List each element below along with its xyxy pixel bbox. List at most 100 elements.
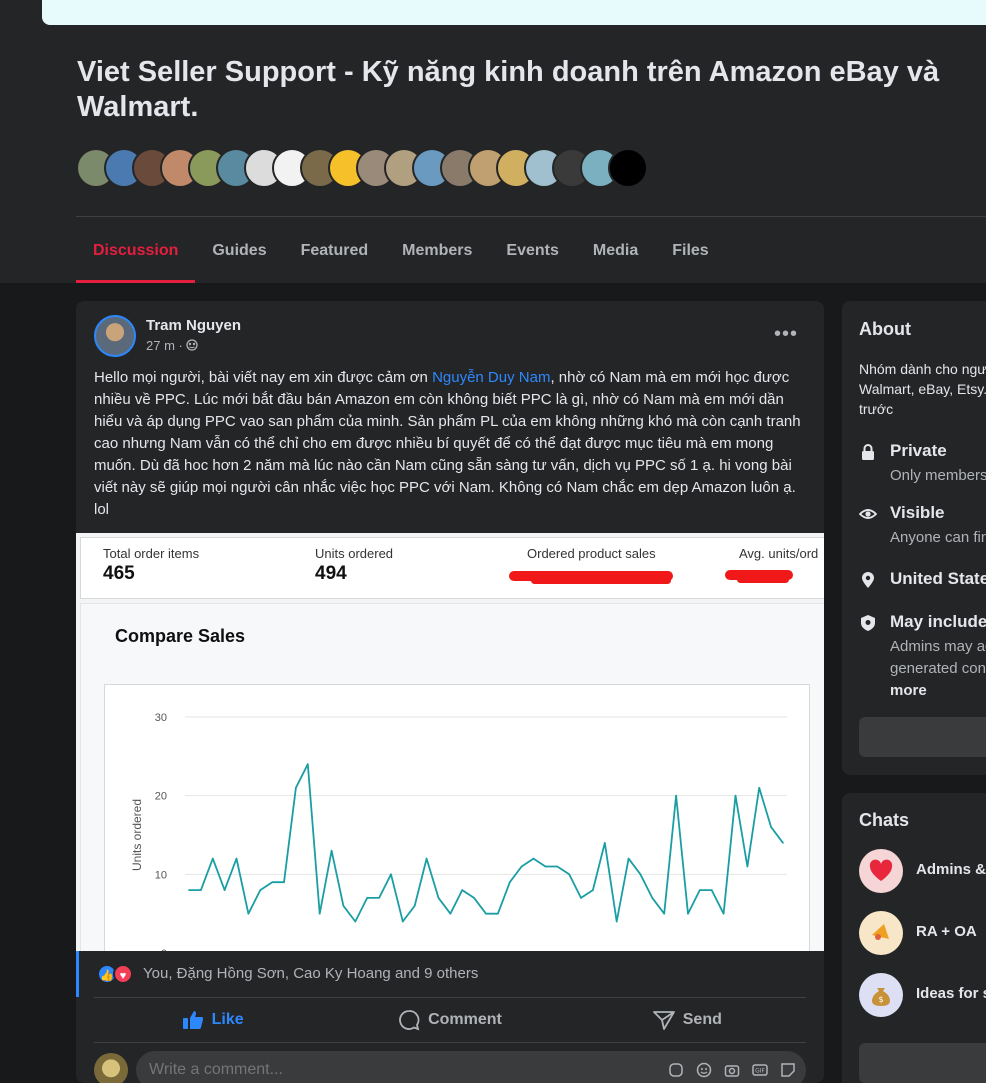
chat-item[interactable]: RA + OA: [859, 911, 986, 955]
metrics-bar: Total order items 465 Units ordered 494 …: [80, 537, 824, 599]
data-point: [402, 920, 404, 923]
data-point: [200, 889, 202, 891]
mention-link[interactable]: Nguyễn Duy Nam: [432, 369, 550, 386]
author-avatar[interactable]: [94, 315, 136, 357]
metric-total-order-items: Total order items 465: [103, 546, 199, 585]
data-point: [188, 889, 190, 891]
about-item-heading: Visible: [890, 503, 945, 522]
about-title: About: [859, 319, 911, 339]
data-point: [758, 787, 761, 789]
comment-button[interactable]: Comment: [331, 998, 568, 1042]
see-all-chats-button[interactable]: [859, 1043, 986, 1083]
comment-input[interactable]: [149, 1061, 629, 1079]
commenter-avatar[interactable]: [94, 1053, 128, 1083]
metric-value: 465: [103, 563, 135, 584]
tab-media[interactable]: Media: [576, 222, 655, 283]
post-image[interactable]: Total order items 465 Units ordered 494 …: [76, 533, 824, 951]
svg-text:$: $: [878, 995, 883, 1004]
about-panel: About Nhóm dành cho người bán hàng trên …: [842, 301, 986, 775]
series-line-0: [189, 763, 784, 923]
money-bag-icon: $: [859, 973, 903, 1017]
data-point: [366, 897, 369, 899]
data-point: [580, 897, 582, 899]
metric-value: 494: [315, 563, 347, 584]
tab-members[interactable]: Members: [385, 222, 489, 283]
post-actions: Like Comment Send: [94, 997, 806, 1043]
data-point: [307, 763, 309, 765]
reaction-icons: 👍 ♥: [97, 964, 133, 984]
data-point: [508, 881, 511, 883]
post-text-start: Hello mọi người, bài viết nay em xin đượ…: [94, 369, 433, 386]
about-item-sub: Anyone can find this group: [890, 529, 986, 546]
data-point: [592, 889, 594, 891]
data-point: [556, 865, 559, 868]
y-tick-label: 10: [155, 869, 167, 881]
send-label: Send: [682, 1011, 722, 1028]
post-text-end: , nhờ có Nam mà em mới học được nhiều về…: [94, 369, 801, 518]
about-item-heading: United States: [890, 569, 986, 588]
metric-label: Total order items: [103, 546, 200, 561]
tab-files[interactable]: Files: [655, 222, 725, 283]
reactions-summary[interactable]: 👍 ♥ You, Đặng Hồng Sơn, Cao Ky Hoang and…: [76, 951, 824, 997]
author-name[interactable]: Tram Nguyen: [146, 317, 241, 334]
data-point: [746, 865, 749, 868]
data-point: [734, 794, 737, 797]
gif-icon[interactable]: GIF: [752, 1062, 768, 1078]
data-point: [223, 889, 226, 891]
data-point: [627, 857, 630, 860]
globe-icon: [186, 339, 199, 351]
tab-guides[interactable]: Guides: [195, 222, 283, 283]
metric-avg-units: Avg. units/ord: [739, 546, 818, 561]
avatar-sticker-icon[interactable]: [668, 1062, 684, 1078]
send-button[interactable]: Send: [569, 998, 806, 1042]
sticker-icon[interactable]: [780, 1062, 796, 1078]
data-point: [235, 857, 238, 860]
about-item-heading: Private: [890, 441, 947, 460]
megaphone-icon: [859, 911, 903, 955]
data-point: [425, 857, 428, 860]
member-avatar[interactable]: [608, 148, 648, 188]
chat-item[interactable]: $ Ideas for sellers: [859, 973, 986, 1017]
about-description: Nhóm dành cho người bán hàng trên Amazon…: [859, 361, 986, 417]
tab-featured[interactable]: Featured: [284, 222, 386, 283]
chat-item[interactable]: Admins & Moderators: [859, 849, 986, 893]
data-point: [687, 912, 689, 915]
cover-photo: [42, 0, 986, 25]
tab-discussion[interactable]: Discussion: [76, 222, 196, 283]
data-point: [378, 897, 380, 899]
location-pin-icon: [862, 572, 874, 588]
data-point: [710, 889, 713, 891]
member-avatars[interactable]: [76, 148, 648, 188]
post-time[interactable]: 27 m ·: [146, 338, 183, 353]
data-point: [449, 912, 452, 915]
reactions-text[interactable]: You, Đặng Hồng Sơn, Cao Ky Hoang and 9 o…: [143, 965, 478, 982]
comment-label: Comment: [428, 1011, 502, 1028]
about-more-link[interactable]: more: [890, 680, 986, 702]
post-card: Tram Nguyen 27 m · ••• Hello mọi người, …: [76, 301, 824, 1083]
data-point: [413, 905, 416, 907]
camera-icon[interactable]: [724, 1062, 740, 1078]
emoji-icon[interactable]: [696, 1062, 712, 1078]
data-point: [259, 889, 262, 891]
group-tabs: Discussion Guides Featured Members Event…: [76, 222, 726, 283]
send-icon: [652, 1011, 675, 1030]
data-point: [568, 873, 570, 876]
comment-box[interactable]: GIF: [136, 1051, 806, 1083]
post-options-button[interactable]: •••: [774, 323, 798, 346]
learn-more-button[interactable]: [859, 717, 986, 757]
data-point: [604, 842, 606, 844]
heart-icon: [859, 849, 903, 893]
data-point: [295, 787, 297, 789]
tab-events[interactable]: Events: [489, 222, 575, 283]
like-button[interactable]: Like: [94, 998, 331, 1042]
chart-area: 0102030Units ordered: [104, 684, 810, 951]
post-meta: 27 m ·: [146, 338, 199, 353]
data-point: [271, 881, 273, 883]
data-point: [485, 912, 487, 915]
metric-units-ordered: Units ordered 494: [315, 546, 393, 585]
data-point: [651, 897, 654, 899]
chats-panel: Chats Admins & Moderators RA + OA $ Idea…: [842, 793, 986, 1083]
data-point: [663, 912, 665, 915]
data-point: [330, 849, 333, 852]
y-axis-label: Units ordered: [130, 799, 144, 871]
